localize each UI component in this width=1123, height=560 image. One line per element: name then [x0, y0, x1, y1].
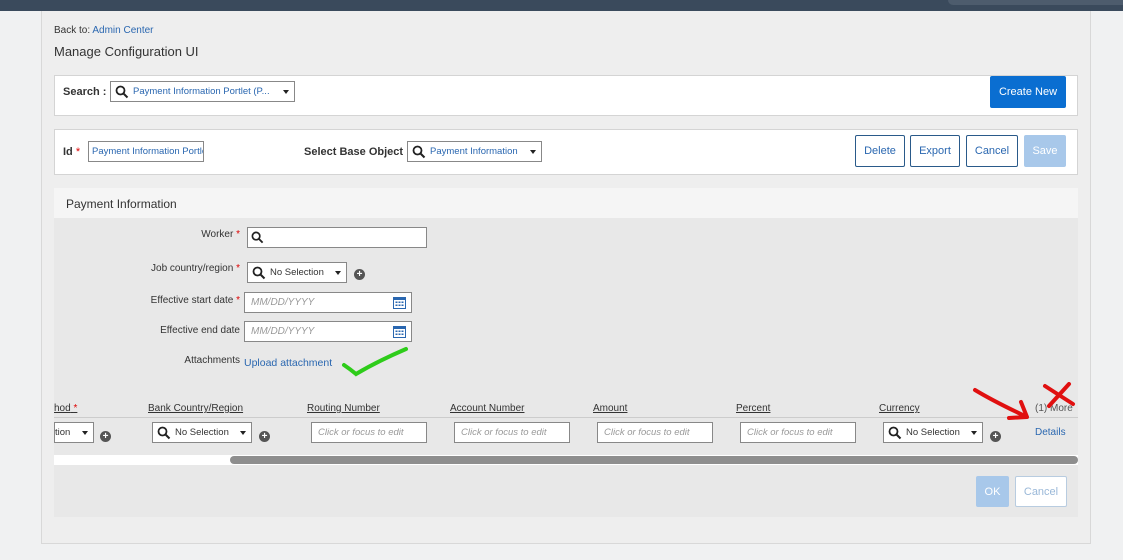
search-icon: [115, 85, 129, 98]
end-date-label: Effective end date: [160, 325, 240, 336]
delete-button[interactable]: Delete: [855, 135, 905, 167]
chevron-down-icon: [82, 431, 88, 435]
search-icon: [251, 231, 264, 244]
search-icon: [888, 426, 902, 439]
end-date-input[interactable]: MM/DD/YYYY: [244, 321, 412, 342]
search-value: Payment Information Portlet (P...: [133, 86, 270, 97]
required-marker: *: [75, 146, 81, 158]
required-marker: *: [236, 263, 240, 274]
calendar-icon[interactable]: [393, 296, 406, 309]
start-date-label: Effective start date *: [100, 295, 240, 306]
worker-label: Worker *: [140, 229, 240, 240]
start-date-placeholder: MM/DD/YYYY: [251, 297, 315, 308]
col-routing-number[interactable]: Routing Number: [307, 403, 380, 414]
method-value: tion: [55, 427, 71, 438]
chevron-down-icon: [530, 150, 536, 154]
col-method[interactable]: hod *: [54, 403, 94, 414]
grid-divider: [54, 417, 1078, 418]
footer-cancel-button[interactable]: Cancel: [1015, 476, 1067, 507]
percent-input[interactable]: Click or focus to edit: [740, 422, 856, 443]
bank-country-value: No Selection: [175, 427, 229, 438]
base-object-label: Select Base Object: [304, 146, 404, 158]
worker-input[interactable]: [247, 227, 427, 248]
attachments-label: Attachments: [184, 355, 240, 366]
export-button[interactable]: Export: [910, 135, 960, 167]
country-label: Job country/region *: [100, 263, 240, 274]
required-marker: *: [236, 229, 240, 240]
col-bank-country[interactable]: Bank Country/Region: [148, 403, 243, 414]
start-date-input[interactable]: MM/DD/YYYY: [244, 292, 412, 313]
currency-select[interactable]: No Selection: [883, 422, 983, 443]
col-percent[interactable]: Percent: [736, 403, 770, 414]
search-icon: [252, 266, 266, 279]
col-account-number[interactable]: Account Number: [450, 403, 524, 414]
account-number-input[interactable]: Click or focus to edit: [454, 422, 570, 443]
chevron-down-icon: [335, 271, 341, 275]
start-date-label-text: Effective start date: [150, 295, 234, 306]
country-label-text: Job country/region: [151, 263, 234, 274]
worker-label-text: Worker: [201, 229, 234, 240]
bank-country-select[interactable]: No Selection: [152, 422, 252, 443]
green-check-annotation: [342, 347, 408, 377]
search-combo[interactable]: Payment Information Portlet (P...: [110, 81, 295, 102]
method-select[interactable]: tion: [54, 422, 94, 443]
create-new-button[interactable]: Create New: [990, 76, 1066, 108]
id-input[interactable]: Payment Information Portlet: [88, 141, 204, 162]
search-icon: [412, 145, 426, 158]
end-date-placeholder: MM/DD/YYYY: [251, 326, 315, 337]
horizontal-scrollbar-thumb[interactable]: [230, 456, 1078, 464]
admin-center-link[interactable]: Admin Center: [92, 25, 153, 36]
base-object-combo[interactable]: Payment Information: [407, 141, 542, 162]
save-button[interactable]: Save: [1024, 135, 1066, 167]
routing-number-input[interactable]: Click or focus to edit: [311, 422, 427, 443]
calendar-icon[interactable]: [393, 325, 406, 338]
section-title: Payment Information: [54, 188, 1078, 218]
add-icon[interactable]: +: [990, 431, 1001, 442]
red-arrow-annotation: [973, 382, 1075, 420]
chevron-down-icon: [283, 90, 289, 94]
cancel-button[interactable]: Cancel: [966, 135, 1018, 167]
required-marker: *: [236, 295, 240, 306]
top-bar: [0, 0, 1123, 11]
col-amount[interactable]: Amount: [593, 403, 627, 414]
col-currency[interactable]: Currency: [879, 403, 920, 414]
base-object-value: Payment Information: [430, 146, 518, 157]
back-prefix: Back to:: [54, 25, 91, 36]
required-marker: *: [73, 403, 78, 414]
amount-input[interactable]: Click or focus to edit: [597, 422, 713, 443]
chevron-down-icon: [971, 431, 977, 435]
ok-button[interactable]: OK: [976, 476, 1009, 507]
id-label-text: Id: [63, 146, 73, 158]
chevron-down-icon: [240, 431, 246, 435]
add-icon[interactable]: +: [259, 431, 270, 442]
currency-value: No Selection: [906, 427, 960, 438]
add-icon[interactable]: +: [354, 269, 365, 280]
country-value: No Selection: [270, 267, 324, 278]
add-icon[interactable]: +: [100, 431, 111, 442]
top-bar-shell: [948, 0, 1123, 5]
details-link[interactable]: Details: [1035, 427, 1066, 438]
id-label: Id *: [63, 146, 80, 158]
upload-attachment-link[interactable]: Upload attachment: [244, 357, 332, 369]
search-label: Search :: [63, 86, 107, 98]
page-title: Manage Configuration UI: [54, 44, 199, 59]
breadcrumb: Back to: Admin Center: [54, 25, 154, 36]
search-icon: [157, 426, 171, 439]
country-select[interactable]: No Selection: [247, 262, 347, 283]
col-method-text: hod: [54, 403, 71, 414]
